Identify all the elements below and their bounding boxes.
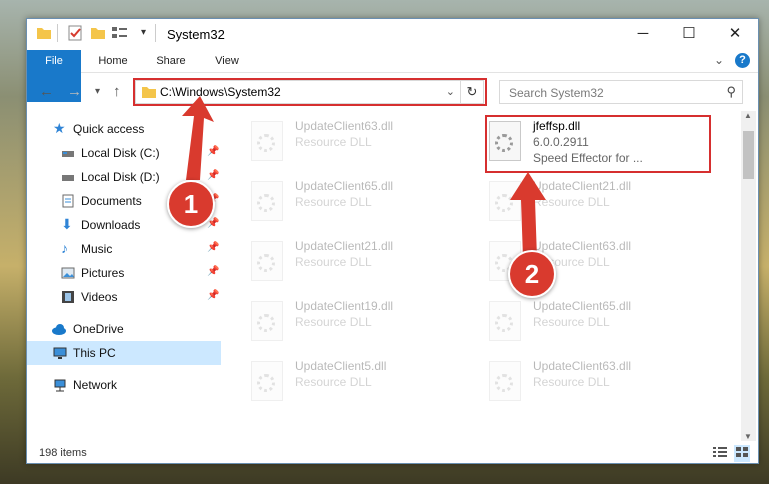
annotation-arrows	[182, 96, 546, 258]
arrow-2-shape	[510, 172, 546, 258]
step-1-badge: 1	[167, 180, 215, 228]
step-2-badge: 2	[508, 250, 556, 298]
arrow-1-shape	[182, 96, 214, 180]
